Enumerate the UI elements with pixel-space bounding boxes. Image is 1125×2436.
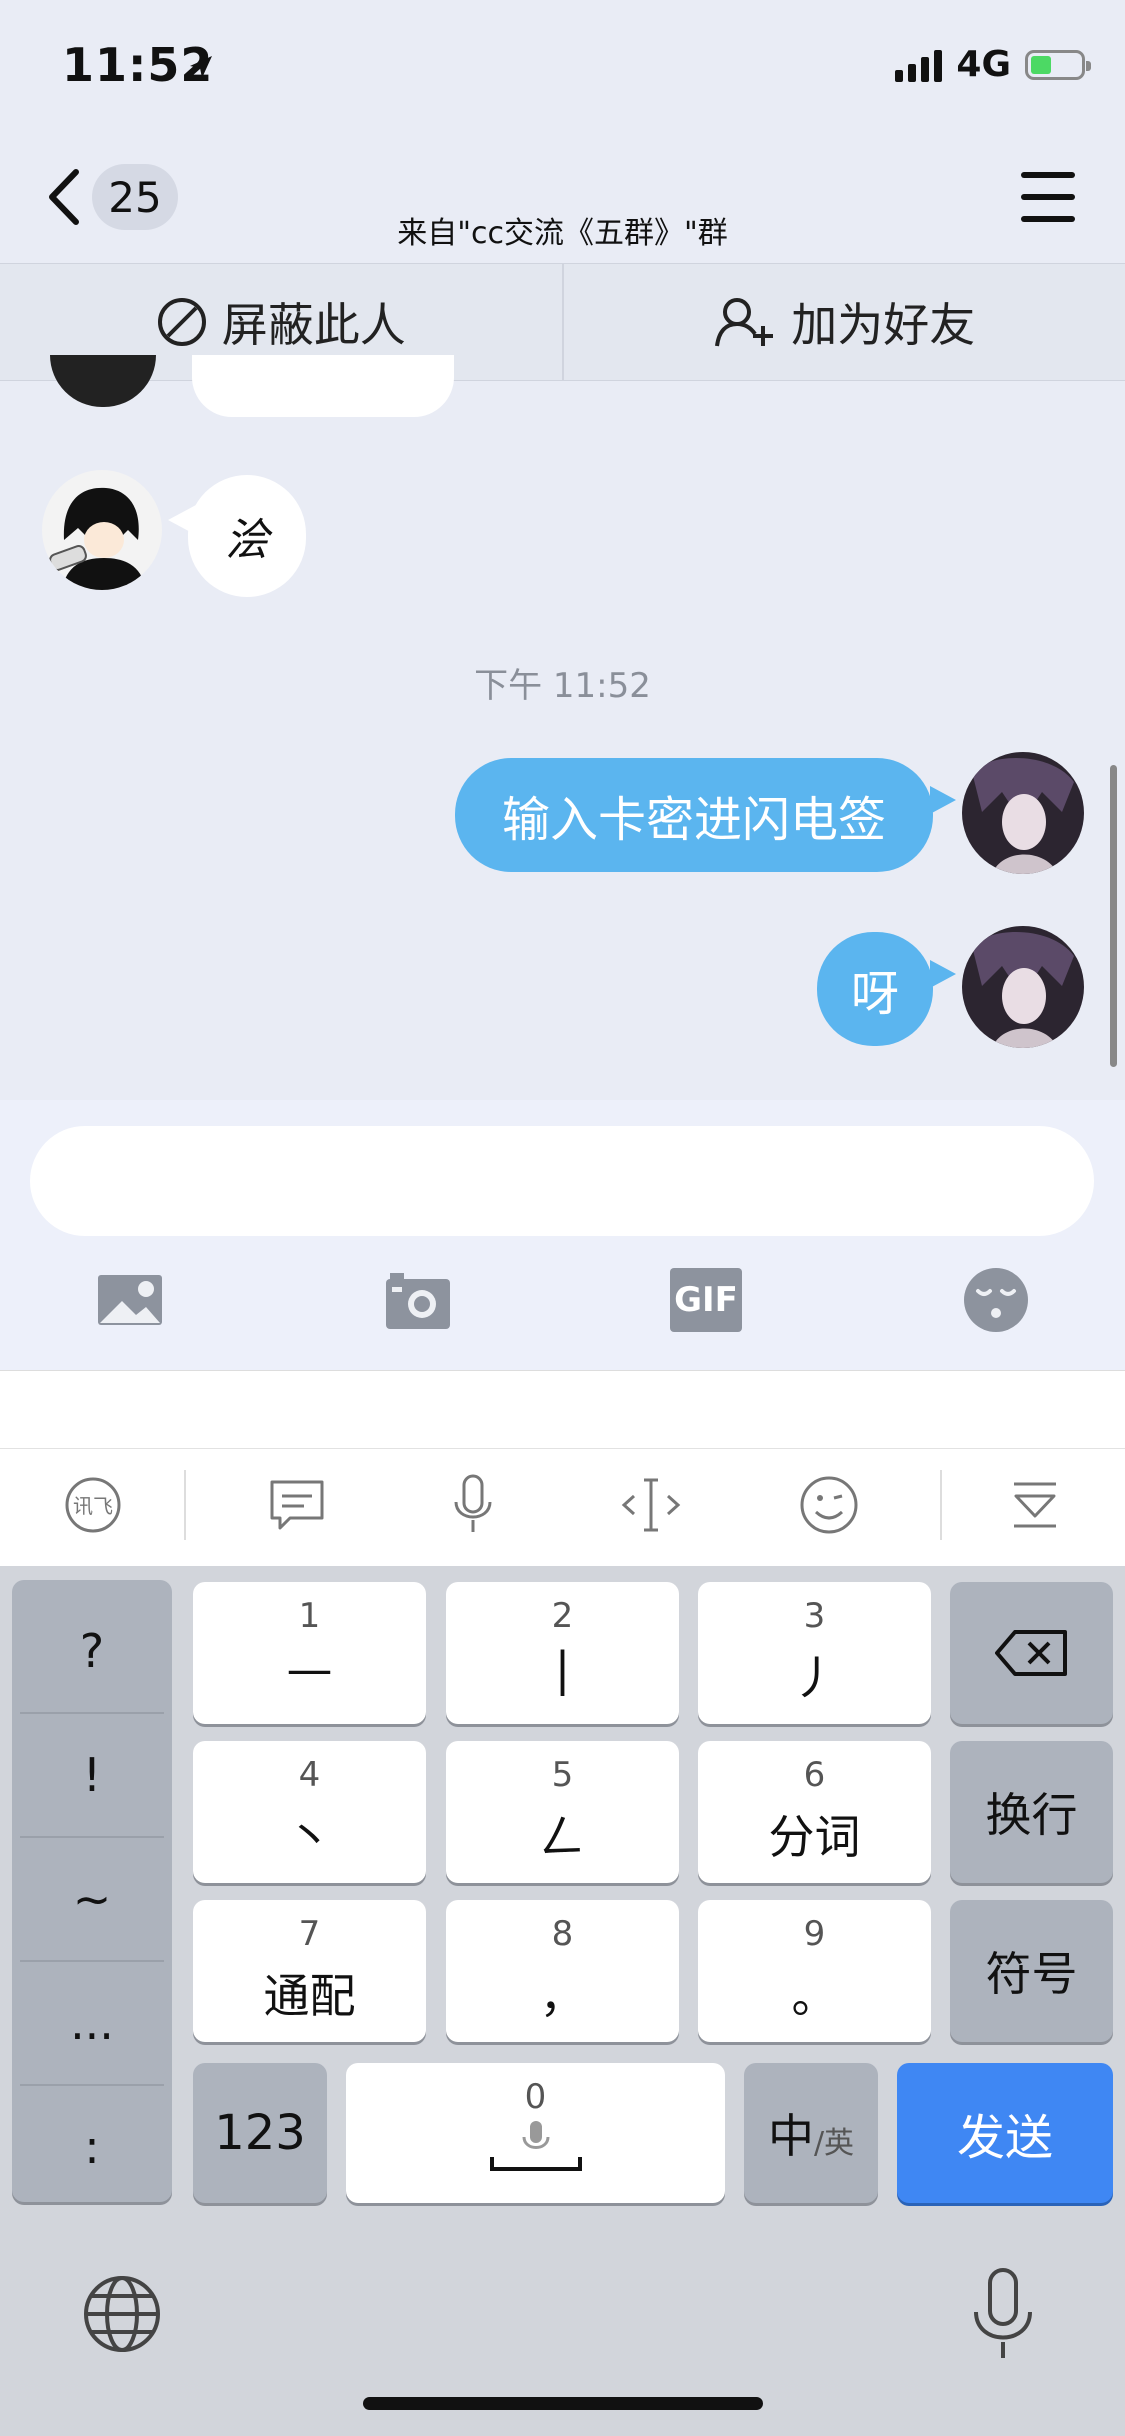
key-label: 丶 — [286, 1810, 333, 1864]
hide-keyboard-icon[interactable] — [1000, 1470, 1070, 1540]
key-3[interactable]: 3 丿 — [698, 1582, 931, 1724]
key-number: 2 — [551, 1596, 574, 1636]
message-bubble — [192, 355, 454, 417]
key-label: | — [554, 1642, 571, 1696]
key-7[interactable]: 7 通配 — [193, 1900, 426, 2042]
space-key[interactable]: 0 — [346, 2063, 725, 2203]
avatar[interactable] — [50, 355, 156, 407]
my-avatar[interactable] — [962, 752, 1084, 874]
location-arrow-icon — [190, 56, 212, 78]
add-friend-button[interactable]: 加为好友 — [561, 264, 1125, 380]
smiley-icon[interactable] — [794, 1470, 864, 1540]
toolbar-divider — [184, 1470, 186, 1540]
key-number: 8 — [551, 1914, 574, 1954]
symbol-key[interactable]: ... — [12, 1962, 172, 2084]
key-number: 9 — [803, 1914, 826, 1954]
message-icon[interactable] — [262, 1470, 332, 1540]
network-type: 4G — [956, 44, 1011, 85]
ifly-logo-icon[interactable]: 讯飞 — [58, 1470, 128, 1540]
key-number: 5 — [551, 1755, 574, 1795]
space-mic-icon — [489, 2121, 582, 2171]
bubble-tail — [930, 960, 956, 988]
svg-text:讯飞: 讯飞 — [73, 1494, 113, 1518]
add-friend-icon — [715, 298, 774, 347]
key-number: 0 — [524, 2077, 547, 2117]
globe-icon[interactable] — [82, 2274, 162, 2354]
key-label: 𠃋 — [539, 1810, 586, 1864]
delete-key[interactable] — [950, 1582, 1113, 1724]
symbol-key[interactable]: ~ — [12, 1838, 172, 1960]
newline-key[interactable]: 换行 — [950, 1741, 1113, 1883]
avatar[interactable] — [42, 470, 162, 590]
key-5[interactable]: 5 𠃋 — [446, 1741, 679, 1883]
number-mode-key[interactable]: 123 — [193, 2063, 327, 2203]
image-icon[interactable] — [94, 1265, 166, 1335]
outgoing-message-text: 呀 — [817, 932, 933, 1046]
message-input[interactable] — [30, 1126, 1094, 1236]
key-label: 通配 — [263, 1969, 356, 2023]
key-9[interactable]: 9 。 — [698, 1900, 931, 2042]
lang-alt-label: /英 — [813, 2126, 855, 2161]
my-avatar[interactable] — [962, 926, 1084, 1048]
key-number: 3 — [803, 1596, 826, 1636]
bubble-tail — [930, 786, 956, 814]
symbol-key[interactable]: ? — [12, 1590, 172, 1712]
lang-main-label: 中 — [767, 2109, 814, 2163]
key-8[interactable]: 8 ， — [446, 1900, 679, 2042]
backspace-icon — [994, 1630, 1067, 1676]
block-user-label: 屏蔽此人 — [221, 298, 406, 352]
key-label: 分词 — [768, 1810, 861, 1864]
symbol-key[interactable]: : — [12, 2086, 172, 2208]
candidate-strip — [0, 1370, 1125, 1449]
microphone-icon[interactable] — [438, 1470, 508, 1540]
toolbar-divider — [940, 1470, 942, 1540]
incoming-message-text: 浍 — [188, 475, 306, 597]
gif-icon[interactable]: GIF — [670, 1268, 742, 1332]
key-label: 丿 — [791, 1651, 838, 1705]
cursor-icon[interactable] — [616, 1470, 686, 1540]
key-label: 。 — [791, 1969, 838, 2023]
key-number: 6 — [803, 1755, 826, 1795]
send-button[interactable]: 发送 — [897, 2063, 1113, 2203]
dictation-icon[interactable] — [968, 2266, 1038, 2362]
action-bar: 屏蔽此人 加为好友 — [0, 263, 1125, 381]
key-4[interactable]: 4 丶 — [193, 1741, 426, 1883]
home-indicator[interactable] — [363, 2397, 763, 2410]
page-title: 来自"cc交流《五群》"群 — [397, 216, 728, 251]
language-switch-key[interactable]: 中 /英 — [744, 2063, 878, 2203]
key-number: 7 — [298, 1914, 321, 1954]
outgoing-message-text: 输入卡密进闪电签 — [455, 758, 933, 872]
symbols-key[interactable]: 符号 — [950, 1900, 1113, 2042]
add-friend-label: 加为好友 — [791, 298, 976, 352]
key-1[interactable]: 1 — — [193, 1582, 426, 1724]
key-number: 4 — [298, 1755, 321, 1795]
camera-icon[interactable] — [382, 1265, 454, 1335]
message-timestamp: 下午 11:52 — [474, 666, 651, 706]
status-right: 4G — [895, 44, 1091, 85]
chat-scrollbar[interactable] — [1110, 765, 1117, 1067]
key-label: ， — [539, 1969, 586, 2023]
emoji-icon[interactable] — [960, 1265, 1032, 1335]
key-number: 1 — [298, 1596, 321, 1636]
key-2[interactable]: 2 | — [446, 1582, 679, 1724]
keyboard-toolbar — [0, 1448, 1125, 1568]
key-label: — — [286, 1642, 333, 1696]
menu-icon[interactable] — [1021, 172, 1075, 222]
battery-icon — [1025, 49, 1091, 80]
symbol-key[interactable]: ! — [12, 1714, 172, 1836]
signal-icon — [895, 48, 943, 82]
block-icon — [157, 298, 206, 346]
key-6[interactable]: 6 分词 — [698, 1741, 931, 1883]
